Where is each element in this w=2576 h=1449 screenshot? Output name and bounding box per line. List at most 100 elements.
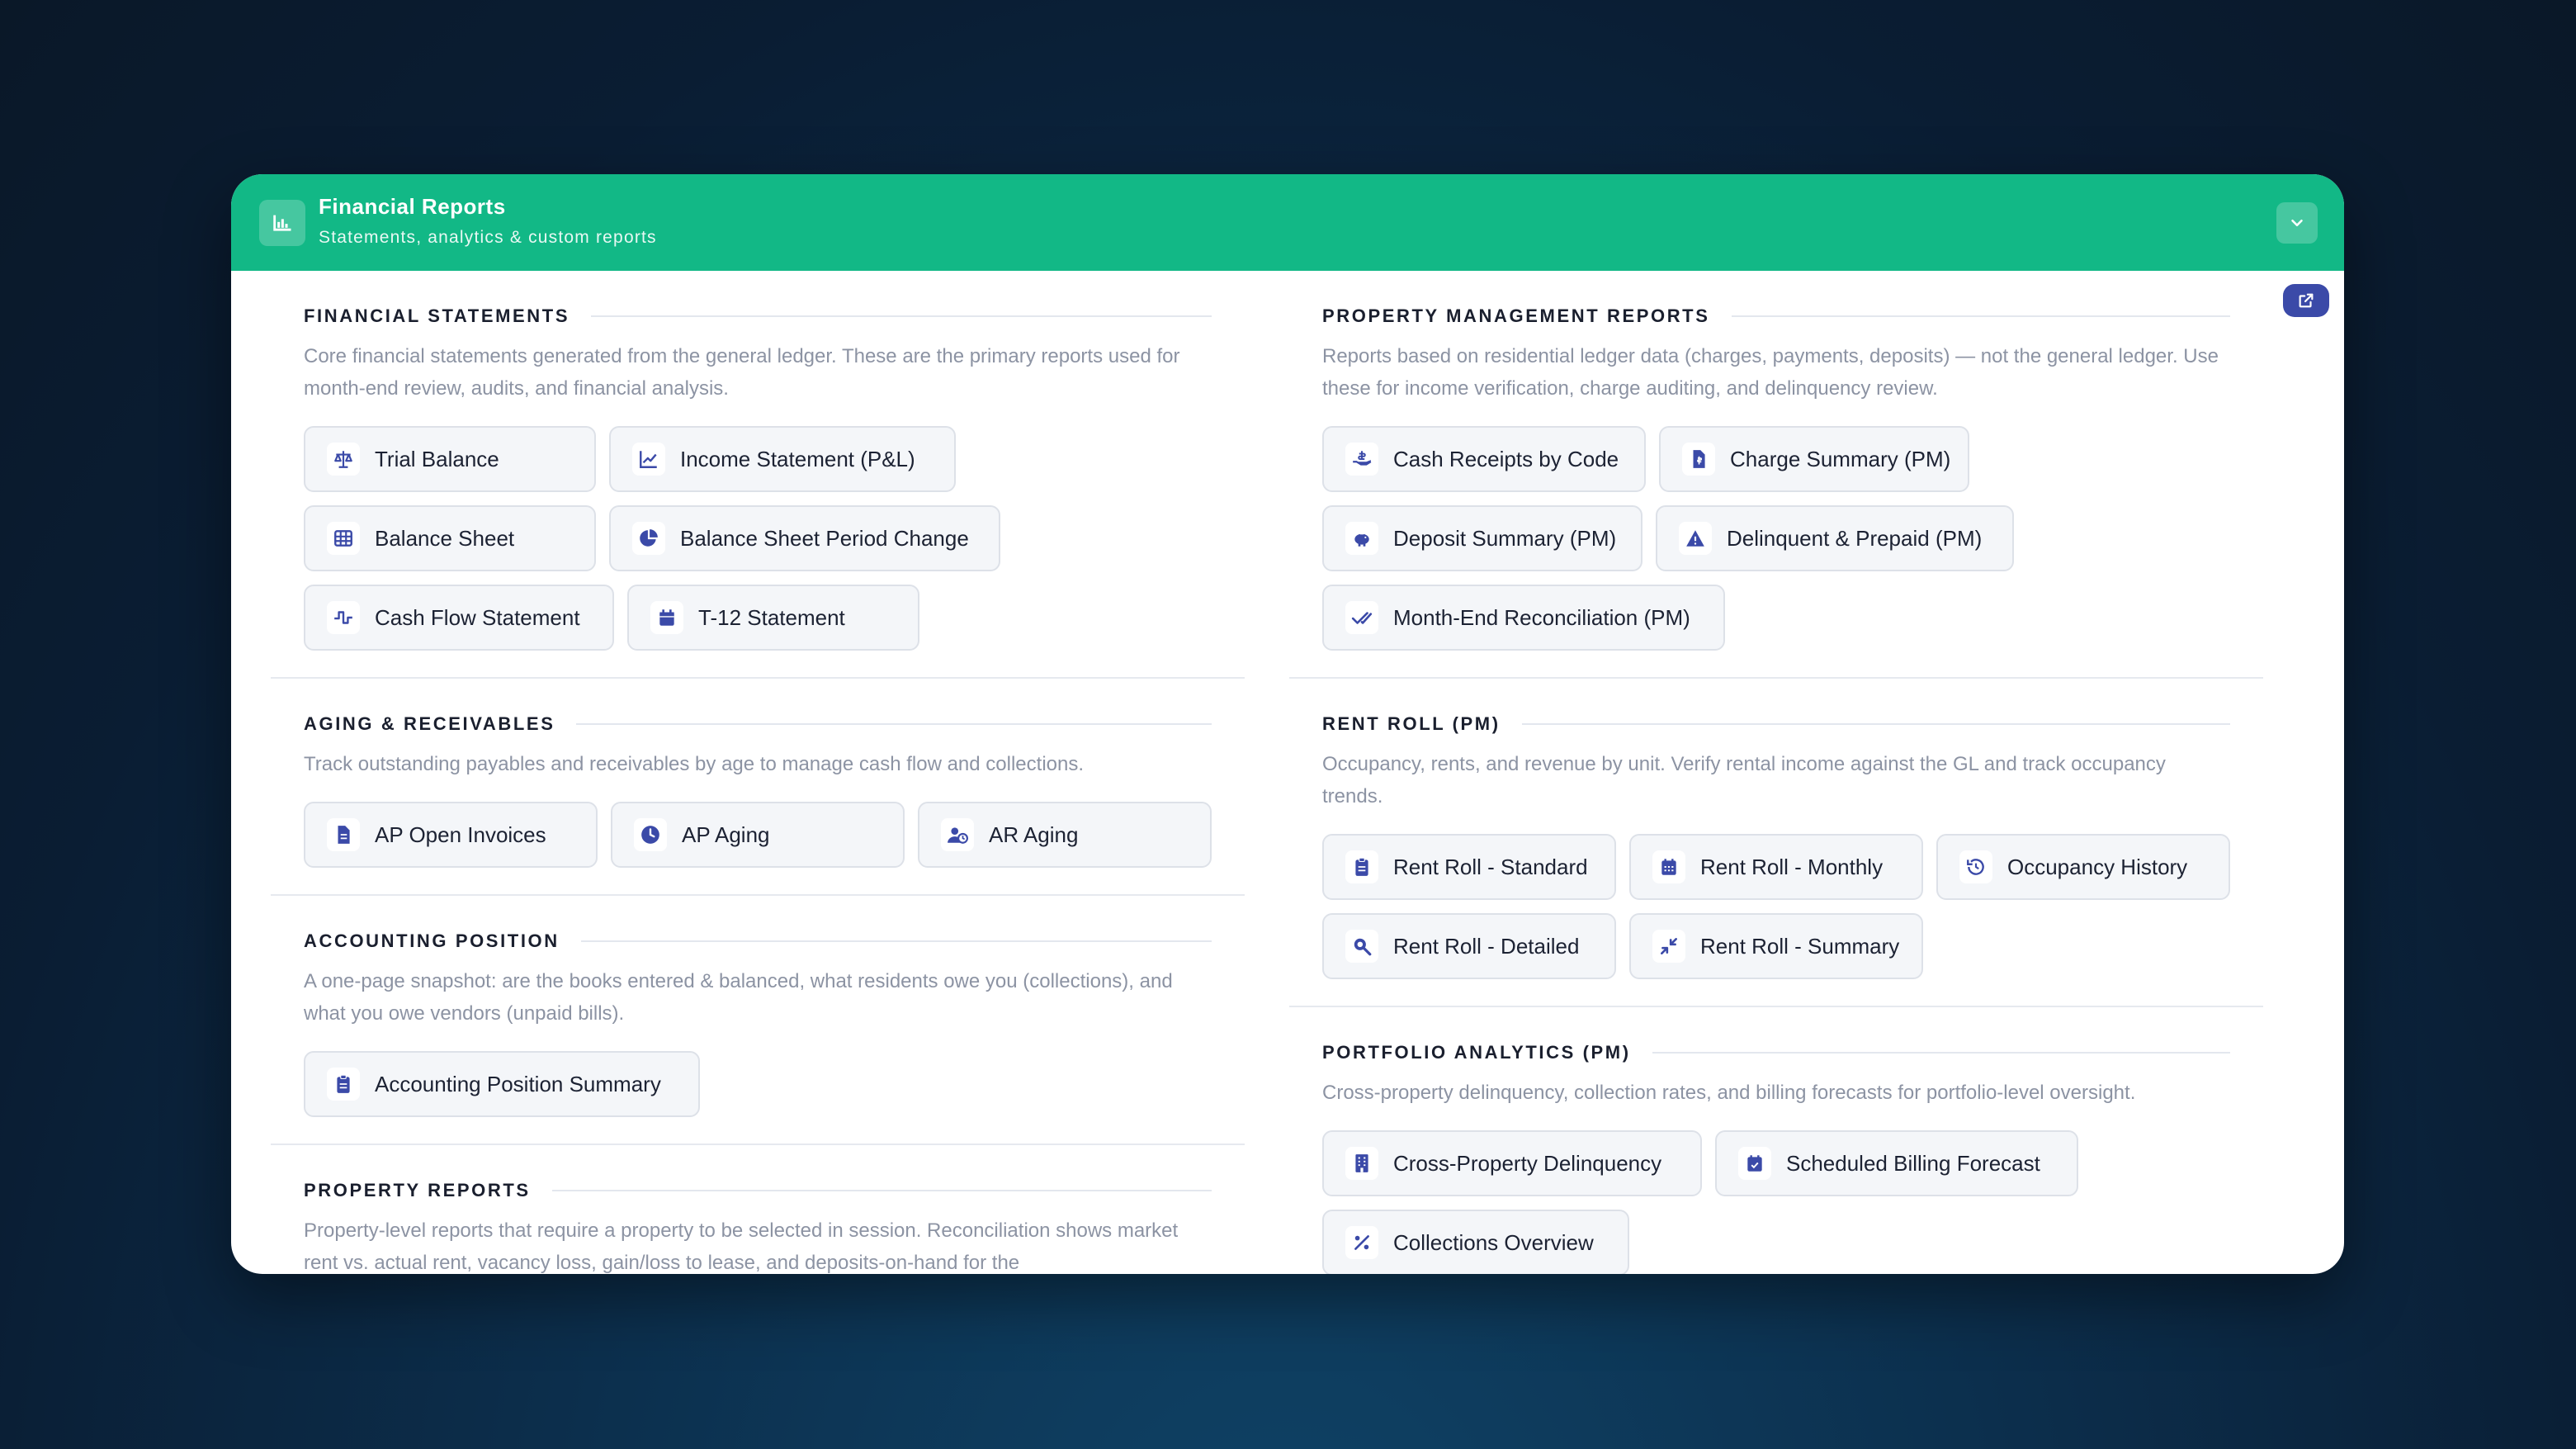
- section-title: PORTFOLIO ANALYTICS (PM): [1322, 1042, 1631, 1063]
- button-label: Balance Sheet Period Change: [680, 525, 969, 551]
- panel-title: Financial Reports: [319, 194, 506, 219]
- hand-dollar-icon: [1345, 443, 1378, 476]
- section-divider: [1652, 1052, 2230, 1054]
- section-divider: [551, 1190, 1212, 1191]
- clipboard-icon: [327, 1068, 360, 1101]
- button-label: Rent Roll - Monthly: [1700, 854, 1884, 879]
- deposit-summary-button[interactable]: Deposit Summary (PM): [1322, 505, 1642, 571]
- button-label: T-12 Statement: [698, 604, 845, 630]
- month-end-reconciliation-button[interactable]: Month-End Reconciliation (PM): [1322, 585, 1725, 651]
- section-description: Property-level reports that require a pr…: [304, 1219, 1179, 1274]
- accounting-position-summary-button[interactable]: Accounting Position Summary: [304, 1051, 700, 1117]
- right-column: PROPERTY MANAGEMENT REPORTS Reports base…: [1289, 271, 2263, 1274]
- button-label: Cross-Property Delinquency: [1393, 1150, 1662, 1176]
- button-label: Rent Roll - Standard: [1393, 854, 1588, 879]
- scheduled-billing-forecast-button[interactable]: Scheduled Billing Forecast: [1715, 1130, 2078, 1196]
- ap-aging-button[interactable]: AP Aging: [611, 802, 905, 868]
- left-column: FINANCIAL STATEMENTS Core financial stat…: [271, 271, 1245, 1274]
- section-description: Core financial statements generated from…: [304, 345, 1180, 400]
- button-label: Delinquent & Prepaid (PM): [1727, 525, 1983, 551]
- section-rent-roll: RENT ROLL (PM) Occupancy, rents, and rev…: [1289, 679, 2263, 1007]
- button-label: Trial Balance: [375, 446, 499, 471]
- section-description: Reports based on residential ledger data…: [1322, 345, 2219, 400]
- open-external-button[interactable]: [2283, 284, 2329, 317]
- button-label: Occupancy History: [2007, 854, 2188, 879]
- collapse-toggle-button[interactable]: [2276, 202, 2318, 244]
- section-aging-receivables: AGING & RECEIVABLES Track outstanding pa…: [271, 679, 1245, 896]
- button-label: AR Aging: [989, 822, 1079, 847]
- section-description: Track outstanding payables and receivabl…: [304, 753, 1085, 775]
- collections-overview-button[interactable]: Collections Overview: [1322, 1210, 1629, 1274]
- line-chart-icon: [632, 443, 665, 476]
- rent-roll-monthly-button[interactable]: Rent Roll - Monthly: [1629, 834, 1923, 900]
- section-portfolio-analytics: PORTFOLIO ANALYTICS (PM) Cross-property …: [1289, 1007, 2263, 1274]
- button-label: Rent Roll - Summary: [1700, 933, 1900, 959]
- section-title: PROPERTY REPORTS: [304, 1180, 531, 1200]
- file-dollar-icon: [1682, 443, 1715, 476]
- bar-chart-icon: [259, 200, 305, 246]
- financial-reports-panel: Financial Reports Statements, analytics …: [231, 174, 2344, 1274]
- invoice-icon: [327, 818, 360, 851]
- button-label: Rent Roll - Detailed: [1393, 933, 1580, 959]
- button-label: Income Statement (P&L): [680, 446, 915, 471]
- calendar-icon: [650, 601, 683, 634]
- compress-icon: [1652, 930, 1685, 963]
- user-clock-icon: [941, 818, 974, 851]
- button-label: Accounting Position Summary: [375, 1071, 661, 1096]
- button-label: Cash Flow Statement: [375, 604, 580, 630]
- cross-property-delinquency-button[interactable]: Cross-Property Delinquency: [1322, 1130, 1702, 1196]
- t12-statement-button[interactable]: T-12 Statement: [627, 585, 919, 651]
- piggy-bank-icon: [1345, 522, 1378, 555]
- cash-receipts-by-code-button[interactable]: Cash Receipts by Code: [1322, 426, 1646, 492]
- button-label: Cash Receipts by Code: [1393, 446, 1619, 471]
- history-icon: [1959, 850, 1992, 883]
- button-label: Deposit Summary (PM): [1393, 525, 1617, 551]
- occupancy-history-button[interactable]: Occupancy History: [1936, 834, 2230, 900]
- section-divider: [1521, 723, 2230, 725]
- panel-subtitle: Statements, analytics & custom reports: [319, 228, 657, 247]
- scale-icon: [327, 443, 360, 476]
- charge-summary-button[interactable]: Charge Summary (PM): [1659, 426, 1969, 492]
- warning-icon: [1679, 522, 1712, 555]
- income-statement-button[interactable]: Income Statement (P&L): [609, 426, 956, 492]
- panel-header: Financial Reports Statements, analytics …: [231, 174, 2344, 271]
- trial-balance-button[interactable]: Trial Balance: [304, 426, 596, 492]
- search-icon: [1345, 930, 1378, 963]
- wave-pulse-icon: [327, 601, 360, 634]
- double-check-icon: [1345, 601, 1378, 634]
- calendar-grid-icon: [1652, 850, 1685, 883]
- ap-open-invoices-button[interactable]: AP Open Invoices: [304, 802, 598, 868]
- ar-aging-button[interactable]: AR Aging: [918, 802, 1212, 868]
- section-title: FINANCIAL STATEMENTS: [304, 305, 570, 326]
- rent-roll-standard-button[interactable]: Rent Roll - Standard: [1322, 834, 1616, 900]
- section-pm-reports: PROPERTY MANAGEMENT REPORTS Reports base…: [1289, 271, 2263, 679]
- section-title: RENT ROLL (PM): [1322, 713, 1501, 734]
- section-accounting-position: ACCOUNTING POSITION A one-page snapshot:…: [271, 896, 1245, 1145]
- rent-roll-summary-button[interactable]: Rent Roll - Summary: [1629, 913, 1923, 979]
- delinquent-prepaid-button[interactable]: Delinquent & Prepaid (PM): [1656, 505, 2014, 571]
- section-divider: [580, 940, 1212, 942]
- button-label: AP Open Invoices: [375, 822, 546, 847]
- section-description: A one-page snapshot: are the books enter…: [304, 970, 1173, 1025]
- balance-sheet-period-change-button[interactable]: Balance Sheet Period Change: [609, 505, 1000, 571]
- section-title: ACCOUNTING POSITION: [304, 930, 560, 951]
- pie-chart-icon: [632, 522, 665, 555]
- button-label: Scheduled Billing Forecast: [1786, 1150, 2040, 1176]
- rent-roll-detailed-button[interactable]: Rent Roll - Detailed: [1322, 913, 1616, 979]
- building-icon: [1345, 1147, 1378, 1180]
- cash-flow-statement-button[interactable]: Cash Flow Statement: [304, 585, 614, 651]
- chevron-down-icon: [2291, 219, 2303, 227]
- balance-sheet-button[interactable]: Balance Sheet: [304, 505, 596, 571]
- button-label: Charge Summary (PM): [1730, 446, 1951, 471]
- section-property-reports: PROPERTY REPORTS Property-level reports …: [271, 1145, 1245, 1274]
- section-divider: [576, 723, 1212, 725]
- button-label: Balance Sheet: [375, 525, 515, 551]
- button-label: Collections Overview: [1393, 1229, 1594, 1255]
- button-label: Month-End Reconciliation (PM): [1393, 604, 1690, 630]
- section-title: AGING & RECEIVABLES: [304, 713, 555, 734]
- button-label: AP Aging: [682, 822, 770, 847]
- clipboard-list-icon: [1345, 850, 1378, 883]
- section-divider: [1731, 315, 2230, 317]
- calendar-check-icon: [1738, 1147, 1771, 1180]
- section-description: Occupancy, rents, and revenue by unit. V…: [1322, 753, 2166, 807]
